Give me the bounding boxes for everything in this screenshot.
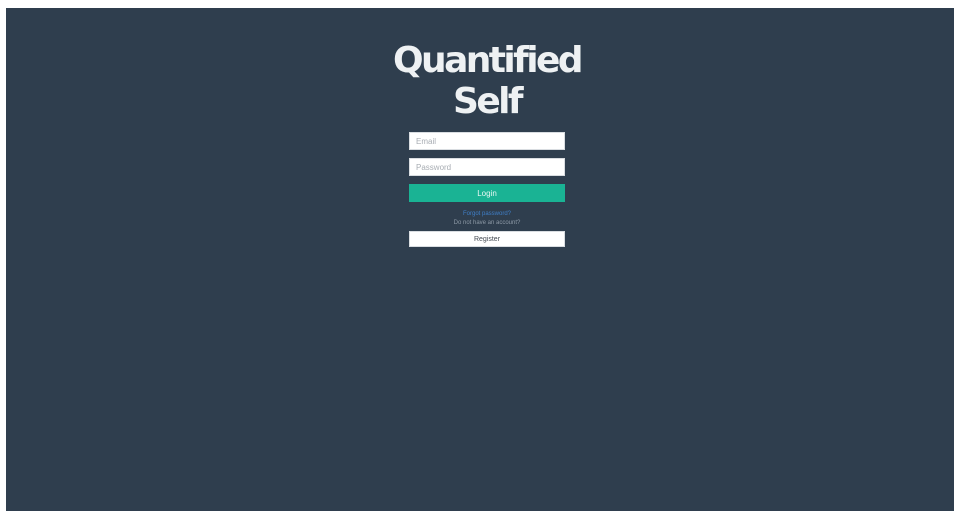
login-button[interactable]: Login xyxy=(409,184,565,202)
forgot-password-link[interactable]: Forgot password? xyxy=(463,210,511,218)
no-account-text: Do not have an account? xyxy=(453,220,521,226)
app-title: Quantified Self xyxy=(387,40,587,122)
email-field[interactable] xyxy=(409,132,565,150)
app-title-line-2: Self xyxy=(453,81,524,122)
app-title-line-1: Quantified xyxy=(393,40,584,81)
login-page: Quantified Self Login Forgot password? D… xyxy=(6,8,954,511)
password-field[interactable] xyxy=(409,158,565,176)
login-panel: Quantified Self Login Forgot password? D… xyxy=(393,40,584,247)
register-button[interactable]: Register xyxy=(409,231,565,247)
